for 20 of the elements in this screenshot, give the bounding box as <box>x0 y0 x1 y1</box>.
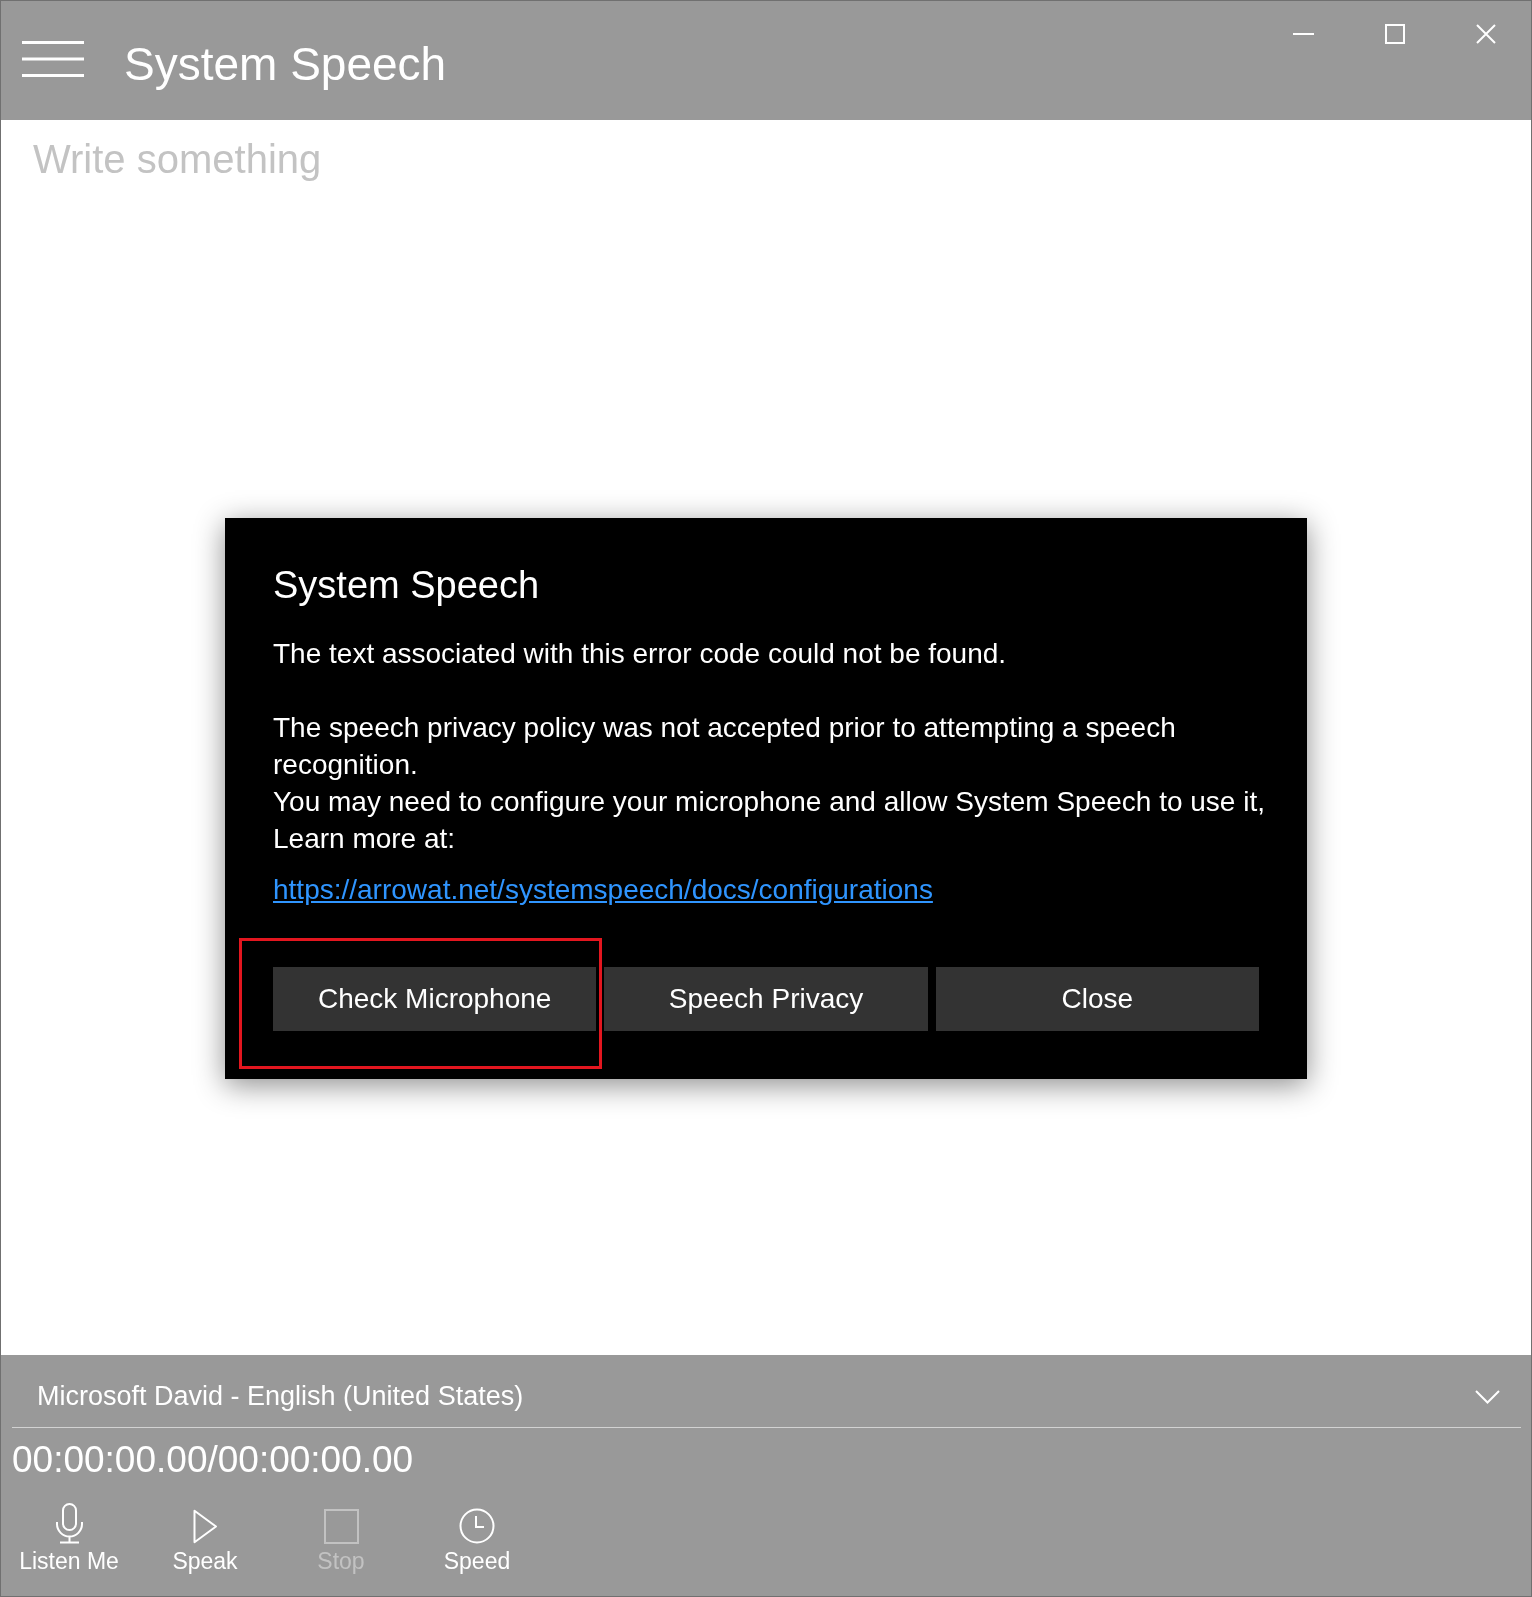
toolbar-button[interactable]: Speak <box>137 1503 273 1574</box>
toolbar-button[interactable]: Listen Me <box>1 1503 137 1574</box>
dialog-message: The text associated with this error code could not be found. <box>273 637 1008 671</box>
dialog-button[interactable]: Check Microphone <box>273 967 597 1031</box>
toolbar-button[interactable]: Speed <box>409 1503 545 1574</box>
play-icon <box>192 1509 218 1544</box>
voice-dropdown[interactable]: Microsoft David - English (United States) <box>12 1366 1521 1428</box>
menu-icon[interactable] <box>22 41 84 77</box>
playback-time: 00:00:00.00/00:00:00.00 <box>11 1439 414 1481</box>
microphone-icon <box>53 1503 85 1544</box>
dialog-button[interactable]: Speech Privacy <box>604 967 928 1031</box>
dialog-button[interactable]: Close <box>935 967 1259 1031</box>
close-icon[interactable] <box>1475 24 1496 44</box>
link[interactable]: https://arrowat.net/systemspeech/docs/configurations <box>273 871 933 908</box>
dialog-message: The speech privacy policy was not accepted prior to attempting a speech recognition. You may need to configure your microphone and allow System Speech to use it, Learn more at: <box>273 711 1266 856</box>
maximize-icon[interactable] <box>1384 24 1405 44</box>
chevron-down-icon <box>1475 1389 1500 1404</box>
dialog-title: System Speech <box>273 563 541 607</box>
clock-icon <box>459 1508 495 1544</box>
stop-icon <box>323 1509 359 1544</box>
